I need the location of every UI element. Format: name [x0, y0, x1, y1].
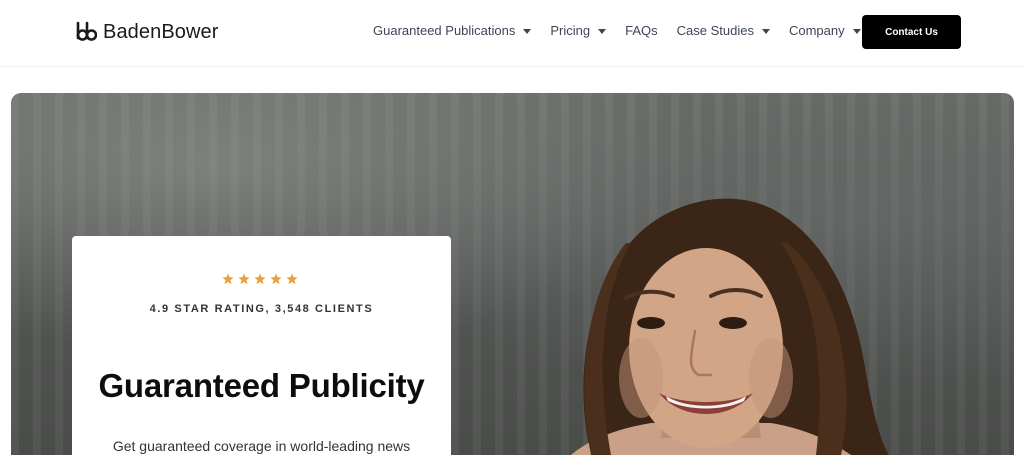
- chevron-down-icon: [598, 28, 607, 34]
- star-icon: [254, 273, 266, 285]
- logo-icon: [76, 21, 97, 41]
- rating-text: 4.9 STAR RATING, 3,548 CLIENTS: [149, 303, 374, 315]
- star-rating: [222, 273, 298, 285]
- nav-label: Pricing: [550, 23, 591, 38]
- star-icon: [270, 273, 282, 285]
- hero-subtext: Get guaranteed coverage in world-leading…: [112, 438, 411, 454]
- nav-label: Case Studies: [676, 23, 754, 38]
- chevron-down-icon: [852, 28, 861, 34]
- nav-case-studies[interactable]: Case Studies: [677, 23, 770, 38]
- nav-pricing[interactable]: Pricing: [550, 23, 607, 38]
- nav-faqs[interactable]: FAQs: [625, 23, 658, 38]
- nav-company[interactable]: Company: [789, 23, 861, 38]
- brand-logo[interactable]: BadenBower: [75, 20, 219, 44]
- top-navigation-bar: BadenBower Guaranteed Publications Prici…: [0, 0, 1024, 67]
- chevron-down-icon: [523, 28, 532, 34]
- chevron-down-icon: [761, 28, 770, 34]
- star-icon: [222, 273, 234, 285]
- main-nav: Guaranteed Publications Pricing FAQs Cas…: [373, 23, 861, 38]
- nav-label: FAQs: [625, 23, 658, 38]
- nav-guaranteed-publications[interactable]: Guaranteed Publications: [373, 23, 532, 38]
- star-icon: [286, 273, 298, 285]
- contact-us-button[interactable]: Contact Us: [862, 15, 961, 49]
- nav-label: Guaranteed Publications: [373, 23, 516, 38]
- logo-text: BadenBower: [103, 20, 219, 43]
- nav-label: Company: [788, 23, 845, 38]
- star-icon: [238, 273, 250, 285]
- hero-headline: Guaranteed Publicity: [98, 367, 425, 404]
- hero-card: 4.9 STAR RATING, 3,548 CLIENTS Guarantee…: [72, 236, 451, 466]
